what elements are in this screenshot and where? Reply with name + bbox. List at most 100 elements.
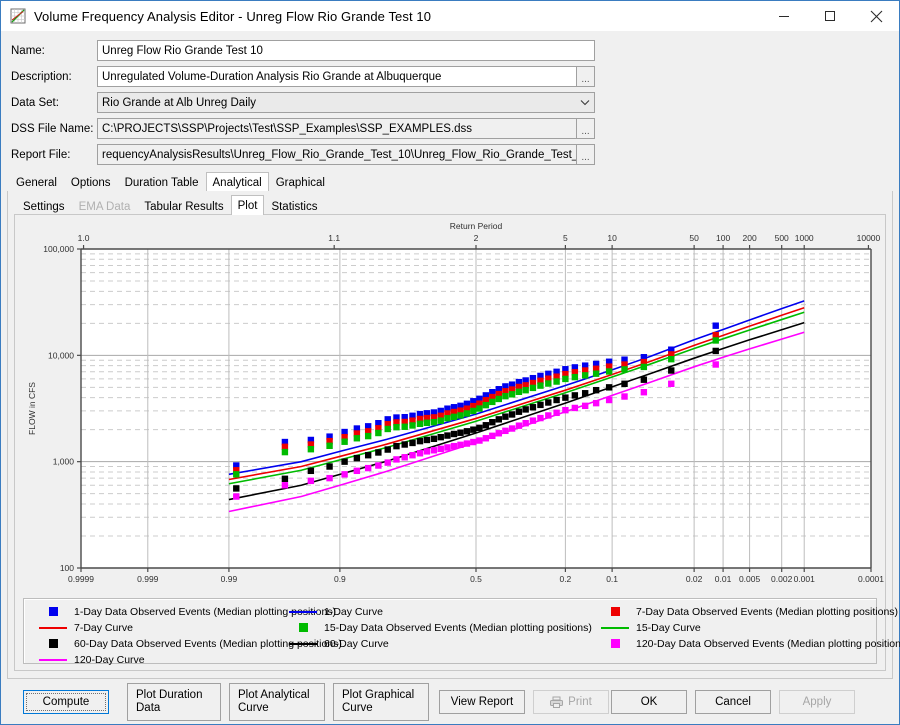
chart-icon <box>10 8 26 24</box>
inner-tab-plot[interactable]: Plot <box>230 195 265 215</box>
svg-text:100: 100 <box>716 233 730 243</box>
analytical-panel: Settings EMA Data Tabular Results Plot Stati… <box>7 190 900 679</box>
report-file-browse-button[interactable]: ... <box>577 144 595 165</box>
dialog-button-bar: Compute Plot Duration Data Plot Analytic… <box>1 680 899 724</box>
plot-duration-data-label-2: Data <box>136 702 161 714</box>
legend-swatch <box>610 607 620 616</box>
outer-tab-duration-table[interactable]: Duration Table <box>118 173 206 191</box>
svg-text:500: 500 <box>775 233 789 243</box>
svg-text:0.5: 0.5 <box>470 574 482 584</box>
report-file-row: Report File: requencyAnalysisResults\Unr… <box>11 144 889 165</box>
svg-text:100: 100 <box>60 563 74 573</box>
legend-item: 7-Day Data Observed Events (Median plott… <box>594 604 898 619</box>
inner-tab-statistics[interactable]: Statistics <box>264 197 324 215</box>
svg-text:50: 50 <box>689 233 699 243</box>
data-set-label: Data Set: <box>11 96 59 109</box>
svg-text:0.999: 0.999 <box>137 574 159 584</box>
svg-text:0.001: 0.001 <box>794 574 816 584</box>
dss-file-row: DSS File Name: C:\PROJECTS\SSP\Projects\… <box>11 118 889 139</box>
svg-text:0.005: 0.005 <box>739 574 761 584</box>
maximize-button[interactable] <box>807 1 853 31</box>
plot-graphical-curve-label-1: Plot Graphical <box>342 689 415 701</box>
description-input[interactable]: Unregulated Volume-Duration Analysis Rio… <box>97 66 577 87</box>
legend-item: 15-Day Data Observed Events (Median plot… <box>282 620 592 635</box>
outer-tab-options[interactable]: Options <box>64 173 118 191</box>
view-report-button[interactable]: View Report <box>439 690 525 714</box>
description-label: Description: <box>11 70 72 83</box>
plot-graphical-curve-button[interactable]: Plot Graphical Curve <box>333 683 429 721</box>
data-set-control: Rio Grande at Alb Unreg Daily <box>97 92 595 113</box>
description-control: Unregulated Volume-Duration Analysis Rio… <box>97 66 595 87</box>
legend-line-icon <box>32 626 74 629</box>
legend-item: 15-Day Curve <box>594 620 701 635</box>
description-browse-button[interactable]: ... <box>577 66 595 87</box>
svg-text:0.002: 0.002 <box>771 574 793 584</box>
svg-text:5: 5 <box>563 233 568 243</box>
legend-item-label: 60-Day Curve <box>324 637 389 650</box>
plot-legend: 1-Day Data Observed Events (Median plott… <box>23 598 900 666</box>
legend-swatch <box>48 639 58 648</box>
frequency-plot[interactable]: 0.9999 0.999 0.99 0.9 0.5 0.2 0.1 0.02 0.01 0.005… <box>15 215 885 598</box>
window-title: Volume Frequency Analysis Editor - Unreg… <box>34 8 432 24</box>
legend-square-icon <box>282 623 324 632</box>
legend-item: 1-Day Curve <box>282 604 383 619</box>
legend-line-icon <box>282 610 324 613</box>
legend-swatch <box>39 658 67 661</box>
svg-text:2: 2 <box>474 233 479 243</box>
minimize-button[interactable] <box>761 1 807 31</box>
legend-square-icon <box>594 639 636 648</box>
dss-file-browse-button[interactable]: ... <box>577 118 595 139</box>
description-row: Description: Unregulated Volume-Duration… <box>11 66 889 87</box>
legend-swatch <box>289 610 317 613</box>
inner-tab-tabular-results[interactable]: Tabular Results <box>137 197 230 215</box>
dss-file-control: C:\PROJECTS\SSP\Projects\Test\SSP_Exampl… <box>97 118 595 139</box>
svg-text:10000: 10000 <box>857 233 881 243</box>
svg-text:10: 10 <box>607 233 617 243</box>
legend-swatch <box>48 607 58 616</box>
dss-file-input[interactable]: C:\PROJECTS\SSP\Projects\Test\SSP_Exampl… <box>97 118 577 139</box>
svg-text:0.99: 0.99 <box>221 574 238 584</box>
data-set-select[interactable]: Rio Grande at Alb Unreg Daily <box>97 92 595 113</box>
svg-text:100,000: 100,000 <box>43 244 74 254</box>
report-file-label: Report File: <box>11 148 71 161</box>
svg-text:200: 200 <box>742 233 756 243</box>
inner-tab-bar: Settings EMA Data Tabular Results Plot Stati… <box>8 195 892 215</box>
name-row: Name: Unreg Flow Rio Grande Test 10 <box>11 40 889 61</box>
svg-text:FLOW in CFS: FLOW in CFS <box>27 382 37 435</box>
legend-swatch <box>289 642 317 645</box>
compute-button[interactable]: Compute <box>23 690 109 714</box>
outer-tab-graphical[interactable]: Graphical <box>269 173 332 191</box>
outer-tab-general[interactable]: General <box>9 173 64 191</box>
plot-analytical-curve-button[interactable]: Plot Analytical Curve <box>229 683 325 721</box>
plot-graphical-curve-label-2: Curve <box>342 702 373 714</box>
plot-duration-data-button[interactable]: Plot Duration Data <box>127 683 221 721</box>
apply-button-label: Apply <box>802 695 832 708</box>
legend-item-label: 120-Day Curve <box>74 653 145 666</box>
svg-text:1000: 1000 <box>795 233 814 243</box>
legend-square-icon <box>32 639 74 648</box>
ok-button[interactable]: OK <box>611 690 687 714</box>
legend-line-icon <box>32 658 74 661</box>
view-report-button-label: View Report <box>450 695 514 708</box>
editor-form: Name: Unreg Flow Rio Grande Test 10 Desc… <box>1 32 899 172</box>
svg-text:1,000: 1,000 <box>53 457 75 467</box>
plot-analytical-curve-label-2: Curve <box>238 702 269 714</box>
close-button[interactable] <box>853 1 899 31</box>
svg-text:1.1: 1.1 <box>328 233 340 243</box>
inner-tab-settings[interactable]: Settings <box>16 197 72 215</box>
plot-analytical-curve-label-1: Plot Analytical <box>238 689 310 701</box>
legend-swatch <box>601 626 629 629</box>
compute-button-label: Compute <box>42 695 90 708</box>
svg-text:0.02: 0.02 <box>686 574 703 584</box>
outer-tab-analytical[interactable]: Analytical <box>205 172 269 191</box>
report-file-input[interactable]: requencyAnalysisResults\Unreg_Flow_Rio_G… <box>97 144 577 165</box>
cancel-button-label: Cancel <box>715 695 751 708</box>
print-button: Print <box>533 690 609 714</box>
inner-tab-ema-data: EMA Data <box>78 201 131 213</box>
name-input[interactable]: Unreg Flow Rio Grande Test 10 <box>97 40 595 61</box>
legend-swatch <box>610 639 620 648</box>
print-button-label: Print <box>568 695 592 708</box>
cancel-button[interactable]: Cancel <box>695 690 771 714</box>
legend-line-icon <box>594 626 636 629</box>
legend-item-label: 7-Day Curve <box>74 621 133 634</box>
